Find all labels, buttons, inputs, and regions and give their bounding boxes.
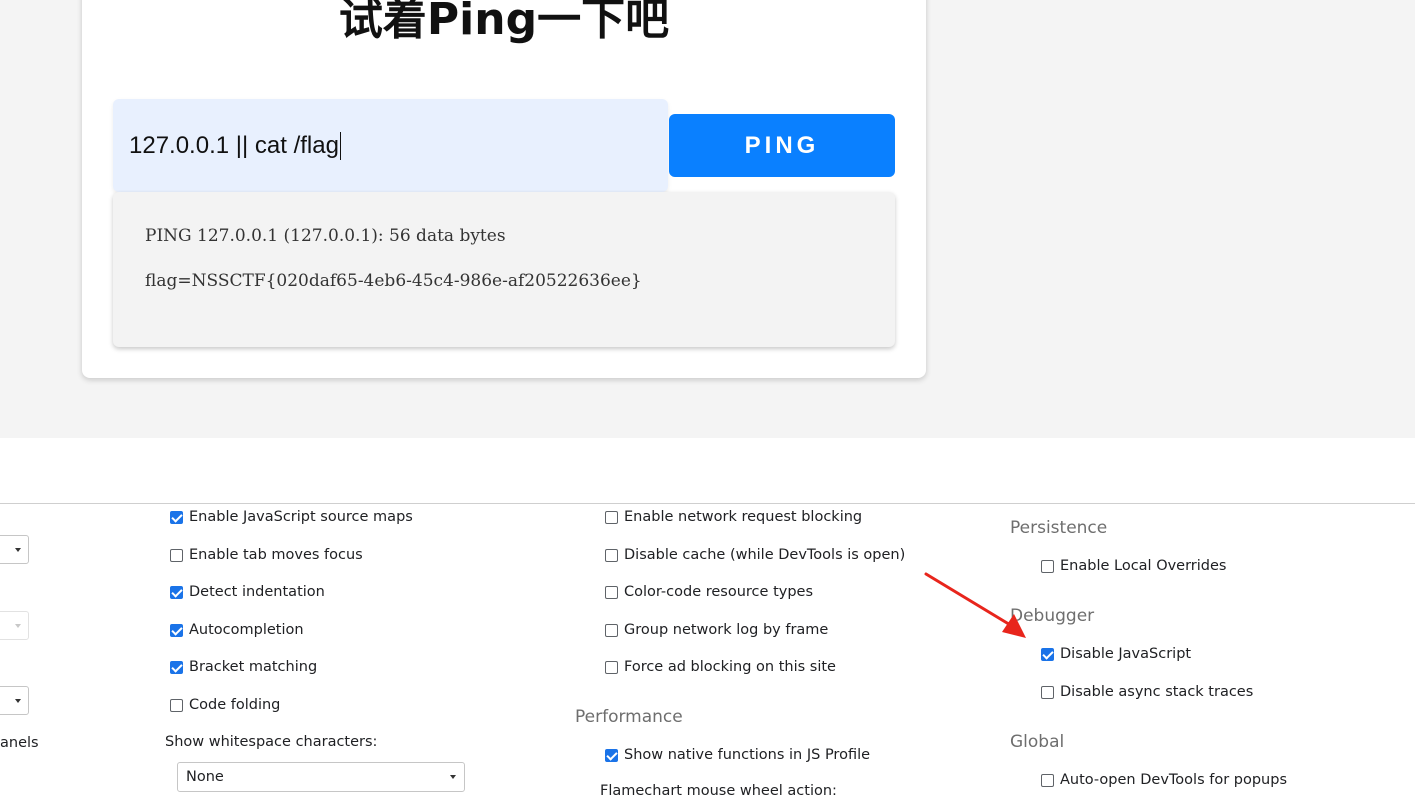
setting-label: Auto-open DevTools for popups [1060, 772, 1288, 788]
chevron-down-icon [15, 548, 21, 552]
setting-local-overrides[interactable]: Enable Local Overrides [1041, 556, 1226, 576]
output-line: PING 127.0.0.1 (127.0.0.1): 56 data byte… [145, 226, 506, 246]
chevron-down-icon [15, 624, 21, 628]
setting-label: Color-code resource types [624, 584, 814, 600]
checkbox[interactable] [605, 585, 618, 599]
chevron-down-icon [15, 699, 21, 703]
checkbox-checked[interactable] [170, 585, 183, 599]
setting-label: Force ad blocking on this site [624, 659, 836, 675]
setting-label: Enable tab moves focus [189, 547, 363, 563]
divider [0, 503, 1415, 504]
setting-label: Show native functions in JS Profile [624, 747, 871, 763]
partial-select[interactable] [0, 535, 29, 564]
page-viewport: 试着Ping一下吧 127.0.0.1 || cat /flag PING PI… [0, 0, 1415, 438]
setting-label: Code folding [189, 697, 281, 713]
section-title-global: Global [1010, 732, 1065, 752]
checkbox[interactable] [1041, 773, 1054, 787]
setting-force-ad-blocking[interactable]: Force ad blocking on this site [605, 657, 836, 677]
checkbox[interactable] [1041, 559, 1054, 573]
partial-select[interactable] [0, 686, 29, 715]
screenshot: 试着Ping一下吧 127.0.0.1 || cat /flag PING PI… [0, 0, 1415, 799]
whitespace-select[interactable]: None [177, 762, 465, 792]
checkbox[interactable] [605, 623, 618, 637]
ping-button[interactable]: PING [669, 114, 895, 177]
section-title-performance: Performance [575, 707, 683, 727]
checkbox[interactable] [170, 548, 183, 562]
setting-js-source-maps[interactable]: Enable JavaScript source maps [170, 507, 413, 527]
devtools-settings-panel: anels Enable JavaScript source maps Enab… [0, 438, 1415, 799]
setting-show-native-functions[interactable]: Show native functions in JS Profile [605, 745, 870, 765]
setting-disable-cache[interactable]: Disable cache (while DevTools is open) [605, 545, 905, 565]
setting-label: Autocompletion [189, 622, 304, 638]
checkbox-checked[interactable] [170, 510, 183, 524]
page-title: 试着Ping一下吧 [338, 0, 670, 45]
setting-bracket-matching[interactable]: Bracket matching [170, 657, 317, 677]
checkbox[interactable] [170, 698, 183, 712]
setting-label: Disable cache (while DevTools is open) [624, 547, 906, 563]
setting-disable-javascript[interactable]: Disable JavaScript [1041, 644, 1191, 664]
partial-select-disabled [0, 611, 29, 640]
checkbox[interactable] [605, 510, 618, 524]
output-flag-line: flag=NSSCTF{020daf65-4eb6-45c4-986e-af20… [145, 271, 642, 291]
setting-autocompletion[interactable]: Autocompletion [170, 620, 304, 640]
partial-label: anels [0, 735, 39, 751]
checkbox-checked[interactable] [1041, 647, 1054, 661]
checkbox[interactable] [605, 548, 618, 562]
checkbox-checked[interactable] [605, 748, 618, 762]
section-title-persistence: Persistence [1010, 518, 1108, 538]
setting-label: Bracket matching [189, 659, 318, 675]
setting-label: Enable Local Overrides [1060, 558, 1227, 574]
ping-output: PING 127.0.0.1 (127.0.0.1): 56 data byte… [113, 192, 895, 347]
setting-label: Enable network request blocking [624, 509, 863, 525]
ip-input-value: 127.0.0.1 || cat /flag [129, 131, 339, 159]
text-caret [339, 131, 341, 160]
whitespace-select-value: None [186, 769, 224, 785]
checkbox-checked[interactable] [170, 623, 183, 637]
setting-label: Detect indentation [189, 584, 325, 600]
ip-input[interactable]: 127.0.0.1 || cat /flag [113, 99, 668, 192]
setting-detect-indentation[interactable]: Detect indentation [170, 582, 325, 602]
flamechart-label: Flamechart mouse wheel action: [600, 783, 837, 799]
setting-label: Disable JavaScript [1060, 646, 1192, 662]
setting-color-code-resources[interactable]: Color-code resource types [605, 582, 813, 602]
setting-label: Enable JavaScript source maps [189, 509, 413, 525]
checkbox-checked[interactable] [170, 660, 183, 674]
setting-network-request-blocking[interactable]: Enable network request blocking [605, 507, 862, 527]
setting-disable-async-stack-traces[interactable]: Disable async stack traces [1041, 682, 1253, 702]
setting-label: Group network log by frame [624, 622, 829, 638]
setting-label: Disable async stack traces [1060, 684, 1254, 700]
ping-card: 试着Ping一下吧 127.0.0.1 || cat /flag PING PI… [82, 0, 926, 378]
annotation-arrow-icon [924, 572, 1026, 638]
setting-tab-moves-focus[interactable]: Enable tab moves focus [170, 545, 363, 565]
chevron-down-icon [450, 775, 456, 779]
setting-group-network-log[interactable]: Group network log by frame [605, 620, 828, 640]
checkbox[interactable] [605, 660, 618, 674]
checkbox[interactable] [1041, 685, 1054, 699]
setting-code-folding[interactable]: Code folding [170, 695, 280, 715]
whitespace-label: Show whitespace characters: [165, 734, 378, 750]
setting-auto-open-devtools[interactable]: Auto-open DevTools for popups [1041, 770, 1287, 790]
